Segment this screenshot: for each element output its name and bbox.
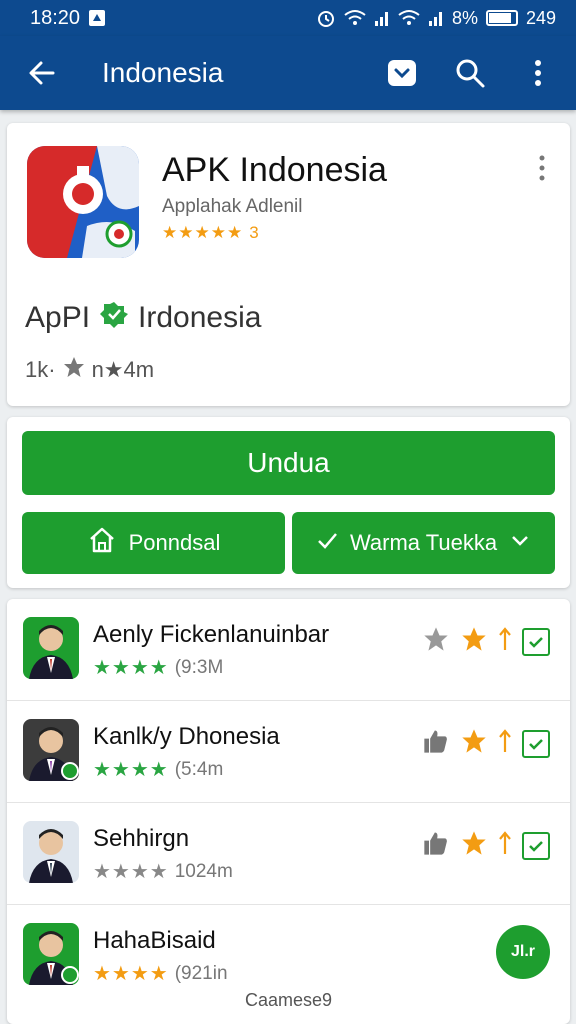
list-item[interactable]: Kanlk/y Dhonesia ★★★★ (5:4m (7, 701, 570, 803)
avatar (23, 923, 79, 985)
check-icon[interactable] (522, 627, 550, 656)
item-size: 1024m (174, 860, 233, 882)
avatar (23, 719, 79, 781)
avatar (23, 821, 79, 883)
item-meta: ★★★★ (921in (93, 961, 228, 986)
status-extra: 249 (525, 7, 556, 28)
more-vert-icon[interactable] (516, 51, 560, 95)
thumb-up-icon[interactable] (422, 829, 450, 862)
wishlist-button[interactable]: Warma Tuekka (292, 512, 555, 574)
item-title: Aenly Fickenlanuinbar (93, 621, 330, 648)
item-actions (422, 727, 550, 760)
wishlist-button-label: Warma Tuekka (349, 530, 498, 555)
rating-count: 3 (249, 223, 259, 242)
star-icon[interactable] (460, 727, 488, 760)
status-time: 18:20 (30, 6, 81, 29)
upload-icon[interactable] (498, 626, 512, 657)
thumb-up-icon[interactable] (422, 727, 450, 760)
check-icon[interactable] (522, 831, 550, 860)
home-button[interactable]: Ponndsal (22, 512, 285, 574)
app-rating: ★★★★★ 3 (162, 223, 259, 243)
signal-icon (374, 10, 390, 26)
app-title: APK Indonesia (162, 151, 387, 189)
home-button-label: Ponndsal (128, 530, 221, 555)
item-size: (921in (174, 962, 228, 984)
app-bar: Indonesia (0, 36, 576, 110)
wifi-icon-2 (398, 9, 420, 27)
page-title: Indonesia (102, 57, 224, 88)
avatar (23, 617, 79, 679)
status-time-group: 18:20 (30, 7, 106, 30)
wifi-icon (344, 9, 366, 27)
list-item[interactable]: Sehhirgn ★★★★ 1024m (7, 803, 570, 905)
item-meta: ★★★★ 1024m (93, 859, 233, 884)
app-subtitle: ApPI Irdonesia (25, 300, 261, 336)
upload-icon[interactable] (498, 830, 512, 861)
item-actions (422, 829, 550, 862)
bookmark-icon[interactable] (380, 51, 424, 95)
item-title: Kanlk/y Dhonesia (93, 723, 280, 750)
item-actions (422, 625, 550, 658)
home-icon (87, 525, 117, 561)
list-item[interactable]: Aenly Fickenlanuinbar ★★★★ (9:3M (7, 599, 570, 701)
notification-icon (88, 9, 106, 27)
stats-right: n★4m (91, 357, 155, 382)
item-size: (5:4m (174, 758, 224, 780)
star-icon[interactable] (422, 625, 450, 658)
related-apps-list: Aenly Fickenlanuinbar ★★★★ (9:3M Kanlk/y… (7, 599, 570, 1024)
signal-icon-2 (428, 10, 444, 26)
star-icon[interactable] (460, 829, 488, 862)
search-icon[interactable] (448, 51, 492, 95)
alarm-icon (316, 8, 336, 28)
upload-icon[interactable] (498, 728, 512, 759)
item-title: Sehhirgn (93, 825, 190, 852)
app-logo-icon[interactable] (27, 146, 139, 258)
subtitle-left: ApPI (25, 301, 91, 334)
check-icon[interactable] (522, 729, 550, 758)
status-right: 8% 249 (316, 8, 556, 29)
star-icon[interactable] (460, 625, 488, 658)
more-options-icon[interactable] (532, 153, 552, 183)
app-developer[interactable]: Applahak Adlenil (162, 196, 303, 218)
item-size: (9:3M (174, 656, 224, 678)
install-fab-button[interactable]: Jl.r (496, 925, 550, 979)
battery-icon (485, 10, 518, 26)
status-bar: 18:20 8% 249 (0, 0, 576, 36)
actions-card: Undua Ponndsal Warma Tuekka (7, 417, 570, 588)
subtitle-right: Irdonesia (138, 301, 262, 334)
star-icon (62, 355, 86, 385)
item-meta: ★★★★ (5:4m (93, 757, 223, 782)
item-meta: ★★★★ (9:3M (93, 655, 223, 680)
app-header-card: APK Indonesia Applahak Adlenil ★★★★★ 3 A… (7, 123, 570, 406)
battery-percent: 8% (451, 7, 478, 28)
stats-left: 1k· (25, 357, 56, 382)
item-stars: ★★★★ (93, 657, 169, 679)
check-icon (316, 529, 338, 557)
chevron-down-icon (509, 529, 531, 557)
item-stars: ★★★★ (93, 963, 169, 985)
verified-badge-icon (100, 300, 129, 336)
footer-text: Caamese9 (244, 990, 333, 1010)
item-stars: ★★★★ (93, 759, 169, 781)
back-arrow-icon[interactable] (22, 53, 62, 93)
item-title: HahaBisaid (93, 927, 216, 954)
item-stars: ★★★★ (93, 861, 169, 883)
app-stats: 1k· n★4m (25, 355, 154, 385)
rating-stars: ★★★★★ (162, 223, 244, 242)
download-button[interactable]: Undua (22, 431, 555, 495)
